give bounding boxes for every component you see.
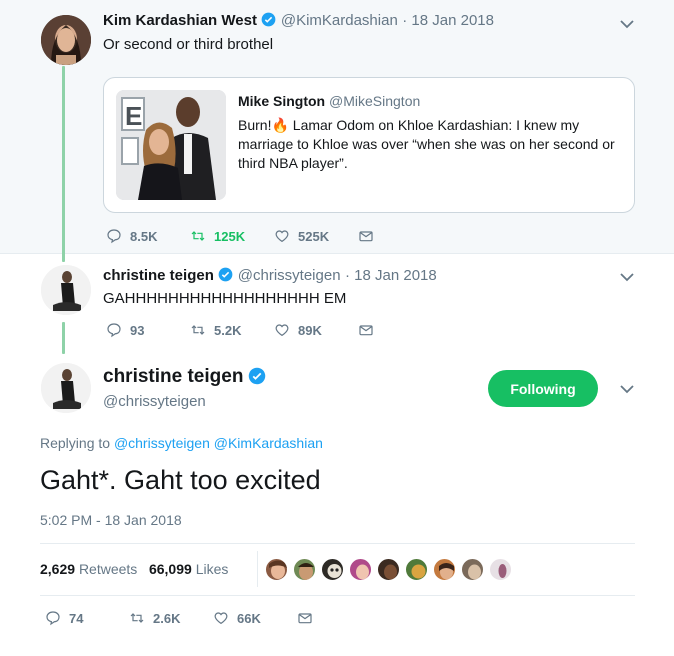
liker-avatar[interactable]: [432, 557, 457, 582]
like-button[interactable]: 525K: [274, 228, 329, 244]
reply-count: 8.5K: [130, 228, 158, 244]
quoted-tweet[interactable]: E Mike Sington @MikeSington Burn!🔥 Lamar…: [103, 77, 635, 213]
retweet-icon: [191, 325, 205, 335]
author-name[interactable]: christine teigen: [103, 267, 214, 284]
like-count: 525K: [298, 228, 330, 244]
tweet-stats: 2,629 Retweets 66,099 Likes: [40, 561, 228, 577]
reply-button[interactable]: 8.5K: [106, 228, 157, 244]
tweet-actions: 74 2.6K 66K: [45, 610, 345, 630]
author-handle[interactable]: @chrissyteigen: [238, 267, 341, 284]
liker-avatar[interactable]: [460, 557, 485, 582]
retweets-count: 2,629: [40, 561, 76, 577]
reply-count: 74: [69, 610, 84, 626]
replying-to-label: Replying to: [40, 435, 111, 451]
message-button[interactable]: [358, 322, 374, 338]
reply-button[interactable]: 93: [106, 322, 144, 338]
heart-icon: [275, 324, 289, 337]
heart-icon: [275, 230, 289, 243]
author-handle[interactable]: @KimKardashian: [281, 12, 398, 29]
message-button[interactable]: [358, 228, 374, 244]
retweets-label: Retweets: [78, 561, 138, 577]
retweet-icon: [191, 231, 205, 241]
liker-avatar[interactable]: [404, 557, 429, 582]
tweet-header: christine teigen @chrissyteigen · 18 Jan…: [103, 267, 437, 285]
author-name[interactable]: Kim Kardashian West: [103, 12, 257, 29]
reply-count: 93: [130, 322, 145, 338]
quoted-author-handle[interactable]: @MikeSington: [329, 93, 420, 109]
verified-icon: [218, 267, 233, 282]
retweet-button[interactable]: 2.6K: [129, 610, 180, 626]
replying-to-link-2[interactable]: @KimKardashian: [214, 435, 323, 451]
likes-stat[interactable]: 66,099 Likes: [149, 561, 228, 577]
envelope-icon: [359, 325, 373, 336]
replying-to-link-1[interactable]: @chrissyteigen: [114, 435, 210, 451]
tweet-timestamp[interactable]: 5:02 PM - 18 Jan 2018: [40, 512, 182, 528]
tweet-header: Kim Kardashian West @KimKardashian · 18 …: [103, 12, 494, 30]
liker-avatar[interactable]: [376, 557, 401, 582]
likes-count: 66,099: [148, 561, 192, 577]
divider: [40, 543, 635, 544]
tweet-actions: 8.5K 125K 525K: [106, 228, 406, 248]
envelope-icon: [359, 231, 373, 242]
verified-icon: [248, 367, 266, 385]
quoted-author-name[interactable]: Mike Sington: [238, 93, 325, 109]
retweet-button[interactable]: 125K: [190, 228, 245, 244]
tweet-actions: 93 5.2K 89K: [106, 322, 406, 342]
svg-text:E: E: [125, 101, 142, 131]
author-name[interactable]: christine teigen: [103, 366, 243, 387]
retweet-icon: [130, 613, 144, 623]
like-button[interactable]: 66K: [213, 610, 261, 626]
like-count: 89K: [298, 322, 322, 338]
envelope-icon: [298, 613, 312, 624]
tweet-text: GAHHHHHHHHHHHHHHHHHH EM: [103, 290, 347, 307]
chevron-down-icon[interactable]: [620, 384, 634, 394]
liker-avatar[interactable]: [264, 557, 289, 582]
reply-button[interactable]: 74: [45, 610, 83, 626]
stats-separator: [257, 551, 258, 587]
tweet-header: christine teigen: [103, 366, 266, 388]
like-button[interactable]: 89K: [274, 322, 322, 338]
quoted-tweet-text: Burn!🔥 Lamar Odom on Khloe Kardashian: I…: [238, 117, 615, 171]
likes-label: Likes: [195, 561, 229, 577]
retweets-stat[interactable]: 2,629 Retweets: [40, 561, 137, 577]
like-count: 66K: [237, 610, 261, 626]
liker-avatar[interactable]: [488, 557, 513, 582]
verified-icon: [262, 12, 276, 27]
avatar[interactable]: [41, 363, 91, 413]
tweet-date[interactable]: · 18 Jan 2018: [345, 267, 437, 284]
liker-avatar[interactable]: [348, 557, 373, 582]
quoted-tweet-image: E: [116, 90, 226, 200]
message-button[interactable]: [297, 610, 313, 626]
thread-line: [62, 322, 65, 354]
thread-line: [62, 66, 65, 262]
avatar[interactable]: [41, 265, 91, 315]
retweet-count: 5.2K: [214, 322, 242, 338]
divider: [40, 595, 635, 596]
avatar[interactable]: [41, 15, 91, 65]
liker-avatar[interactable]: [320, 557, 345, 582]
retweet-count: 2.6K: [153, 610, 181, 626]
tweet-text: Gaht*. Gaht too excited: [40, 465, 321, 495]
liker-avatar[interactable]: [292, 557, 317, 582]
chevron-down-icon[interactable]: [620, 272, 634, 282]
reply-icon: [107, 229, 121, 244]
replying-to: Replying to @chrissyteigen @KimKardashia…: [40, 435, 323, 451]
reply-icon: [46, 611, 60, 626]
retweet-count: 125K: [214, 228, 246, 244]
retweet-button[interactable]: 5.2K: [190, 322, 241, 338]
author-handle[interactable]: @chrissyteigen: [103, 393, 206, 410]
tweet-date[interactable]: · 18 Jan 2018: [402, 12, 494, 29]
tweet-text: Or second or third brothel: [103, 36, 274, 53]
chevron-down-icon[interactable]: [620, 19, 634, 29]
heart-icon: [214, 612, 228, 625]
following-button[interactable]: Following: [488, 370, 598, 407]
quoted-tweet-header: Mike Sington @MikeSington: [238, 93, 420, 109]
reply-icon: [107, 323, 121, 338]
